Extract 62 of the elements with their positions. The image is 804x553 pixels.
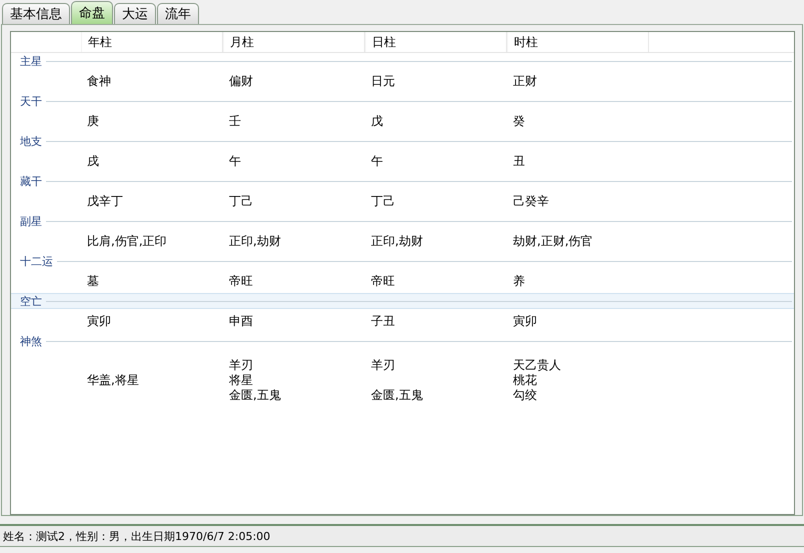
table-cell-text: 将星 [229, 372, 254, 388]
table-cell-text: 羊刃 [229, 358, 254, 372]
table-cell-text: 勾绞 [513, 388, 538, 402]
table-cell-text: 戊 [371, 114, 384, 128]
table-cell-text: 天乙贵人 [513, 358, 562, 372]
table-cell-text: 墓 [87, 274, 100, 288]
table-cell-text: 庚 [87, 114, 100, 128]
tab[interactable]: 大运 [114, 3, 156, 24]
table-cell-text: 偏财 [229, 74, 254, 88]
group-label: 藏干 [20, 174, 42, 188]
group-header-row[interactable]: 空亡 [11, 293, 794, 309]
table-cell-text: 食神 [87, 74, 112, 88]
group-label: 主星 [20, 54, 42, 68]
table-cell-text: 桃花 [513, 372, 538, 388]
table-cell-text: 午 [229, 154, 242, 168]
column-header[interactable]: 年柱 [81, 32, 223, 52]
group-header-row[interactable]: 地支 [11, 133, 794, 149]
group-header-row[interactable]: 天干 [11, 93, 794, 109]
table-cell-text: 寅卯 [513, 314, 538, 328]
table-cell-text: 壬 [229, 114, 242, 128]
table-cell-text: 正印,劫财 [229, 234, 282, 248]
tab[interactable]: 流年 [157, 3, 199, 24]
table-cell-text: 子丑 [371, 314, 396, 328]
table-cell-text: 癸 [513, 114, 526, 128]
group-label: 十二运 [20, 254, 53, 268]
table-cell-text: 劫财,正财,伤官 [513, 234, 594, 248]
table-cell-text: 帝旺 [229, 274, 254, 288]
table-cell-text: 帝旺 [371, 274, 396, 288]
table-cell-text: 丁己 [229, 194, 254, 208]
tab[interactable]: 命盘 [71, 1, 113, 24]
table-cell-text: 正财 [513, 74, 538, 88]
status-text: 姓名：测试2，性别：男，出生日期1970/6/7 2:05:00 [3, 528, 270, 544]
group-label: 副星 [20, 214, 42, 228]
table-cell-text: 午 [371, 154, 384, 168]
table-cell-text: 金匮,五鬼 [229, 388, 282, 402]
group-header-row[interactable]: 藏干 [11, 173, 794, 189]
table-cell-text: 戌 [87, 154, 100, 168]
table-cell-text: 寅卯 [87, 314, 112, 328]
group-header-row[interactable]: 神煞 [11, 333, 794, 349]
group-label: 地支 [20, 134, 42, 148]
column-header[interactable]: 日柱 [365, 32, 507, 52]
table-cell-text: 戊辛丁 [87, 194, 124, 208]
table-cell-text: 金匮,五鬼 [371, 388, 424, 402]
table-cell-text: 己癸辛 [513, 194, 550, 208]
column-header[interactable]: 时柱 [507, 32, 649, 52]
table-cell-text: 养 [513, 274, 526, 288]
column-header[interactable]: 月柱 [223, 32, 365, 52]
group-header-row[interactable]: 副星 [11, 213, 794, 229]
group-label: 神煞 [20, 334, 42, 348]
group-label: 空亡 [20, 294, 42, 308]
table-cell-text: 丁己 [371, 194, 396, 208]
group-label: 天干 [20, 94, 42, 108]
tab[interactable]: 基本信息 [2, 3, 70, 24]
table-cell-text: 华盖,将星 [87, 372, 140, 388]
group-header-row[interactable]: 十二运 [11, 253, 794, 269]
table-cell-text: 羊刃 [371, 358, 396, 372]
group-header-row[interactable]: 主星 [11, 53, 794, 69]
table-cell-text: 日元 [371, 74, 396, 88]
table-cell-text: 正印,劫财 [371, 234, 424, 248]
table-cell-text: 申酉 [229, 314, 254, 328]
table-cell-text: 丑 [513, 154, 526, 168]
table-cell-text: 比肩,伤官,正印 [87, 234, 168, 248]
